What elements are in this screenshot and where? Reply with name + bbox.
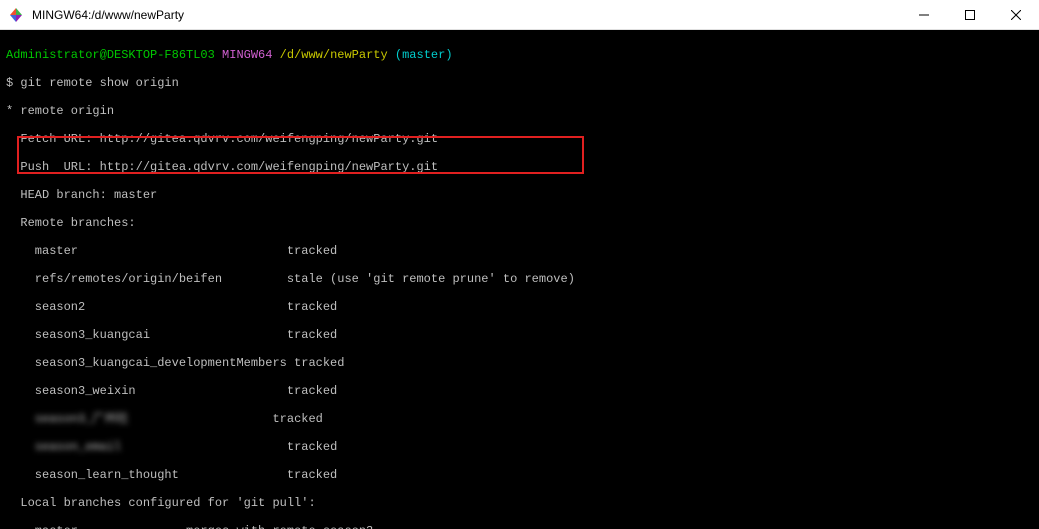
output-line: Remote branches: xyxy=(6,216,1033,230)
output-line: season3_广州社 tracked xyxy=(6,412,1033,426)
output-line: season3_weixin tracked xyxy=(6,384,1033,398)
branch-name: (master) xyxy=(395,48,453,62)
command-line: $ git remote show origin xyxy=(6,76,1033,90)
titlebar: MINGW64:/d/www/newParty xyxy=(0,0,1039,30)
titlebar-controls xyxy=(901,0,1039,29)
output-line: Local branches configured for 'git pull'… xyxy=(6,496,1033,510)
redacted-text: season3_广州社 xyxy=(35,412,129,426)
terminal-content[interactable]: Administrator@DESKTOP-F86TL03 MINGW64 /d… xyxy=(0,30,1039,529)
user-host: Administrator@DESKTOP-F86TL03 xyxy=(6,48,215,62)
prompt-line: Administrator@DESKTOP-F86TL03 MINGW64 /d… xyxy=(6,48,1033,62)
output-line: master tracked xyxy=(6,244,1033,258)
output-line: Push URL: http://gitea.qdvrv.com/weifeng… xyxy=(6,160,1033,174)
output-line: season2 tracked xyxy=(6,300,1033,314)
redacted-text: season_email xyxy=(35,440,121,454)
output-line: refs/remotes/origin/beifen stale (use 'g… xyxy=(6,272,1033,286)
output-line: season3_kuangcai_developmentMembers trac… xyxy=(6,356,1033,370)
window-title: MINGW64:/d/www/newParty xyxy=(32,8,901,22)
output-line: HEAD branch: master xyxy=(6,188,1033,202)
terminal-window: MINGW64:/d/www/newParty Administrator@DE… xyxy=(0,0,1039,529)
app-icon xyxy=(8,7,24,23)
minimize-button[interactable] xyxy=(901,0,947,30)
output-line: season_learn_thought tracked xyxy=(6,468,1033,482)
output-line: season3_kuangcai tracked xyxy=(6,328,1033,342)
output-line: * remote origin xyxy=(6,104,1033,118)
output-line: master merges with remote season3 xyxy=(6,524,1033,529)
close-button[interactable] xyxy=(993,0,1039,30)
maximize-button[interactable] xyxy=(947,0,993,30)
shell-name: MINGW64 xyxy=(222,48,272,62)
cwd-path: /d/www/newParty xyxy=(280,48,388,62)
output-line: Fetch URL: http://gitea.qdvrv.com/weifen… xyxy=(6,132,1033,146)
output-line: season_email tracked xyxy=(6,440,1033,454)
